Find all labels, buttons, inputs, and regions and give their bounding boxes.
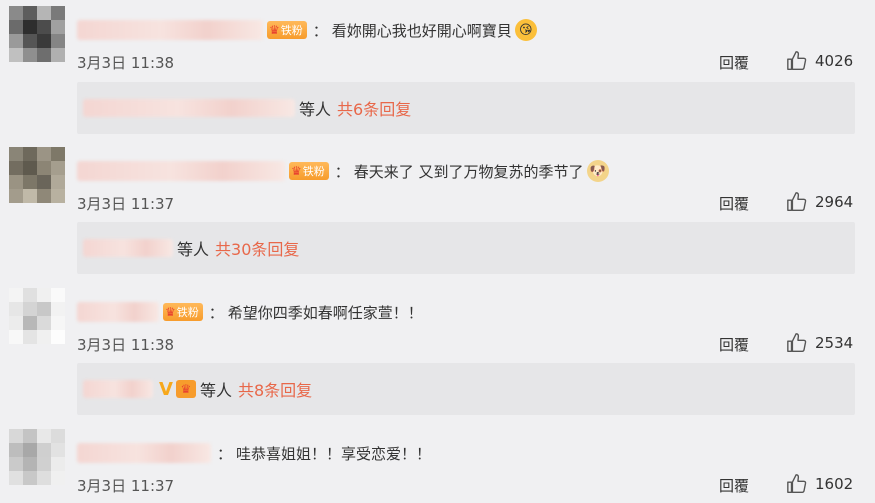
like-count: 4026: [815, 52, 854, 70]
reply-button[interactable]: 回覆: [719, 475, 749, 496]
reply-usernames: [83, 99, 295, 117]
reply-count-link[interactable]: 共6条回复: [337, 96, 411, 120]
comment-header: ： 哇恭喜姐姐！！享受恋爱！！: [77, 441, 431, 465]
reply-count-link[interactable]: 共8条回复: [238, 377, 312, 401]
username[interactable]: [77, 20, 263, 40]
colon: ：: [217, 444, 233, 463]
username[interactable]: [77, 443, 211, 463]
thumbs-up-icon: [787, 474, 807, 493]
reply-thread-label: 等人: [299, 100, 332, 119]
like-button[interactable]: 2534: [786, 332, 853, 354]
reply-button[interactable]: 回覆: [719, 334, 749, 355]
crown-icon: ♛: [291, 164, 302, 178]
colon: ：: [208, 303, 224, 322]
thumbs-up-icon: [787, 51, 807, 70]
like-button[interactable]: 2964: [786, 191, 853, 213]
colon: ：: [312, 21, 328, 40]
timestamp: 3月3日 11:38: [77, 336, 175, 354]
like-button[interactable]: 4026: [786, 50, 853, 72]
comment-header: ♛ 铁粉 ： 看妳開心我也好開心啊寶貝 😘: [77, 18, 537, 42]
avatar[interactable]: [9, 147, 65, 203]
fan-badge[interactable]: ♛ 铁粉: [289, 162, 329, 180]
fan-badge-label: 铁粉: [280, 24, 303, 37]
like-count: 1602: [815, 475, 854, 493]
colon: ：: [334, 162, 350, 181]
reply-thread-label: 等人: [177, 240, 210, 259]
like-count: 2964: [815, 193, 854, 211]
timestamp: 3月3日 11:38: [77, 54, 175, 72]
comment-header: ♛ 铁粉 ： 春天来了 又到了万物复苏的季节了 🐶: [77, 159, 609, 183]
comment-header: ♛ 铁粉 ： 希望你四季如春啊任家萱！！: [77, 300, 423, 324]
crown-icon: ♛: [269, 23, 280, 37]
reply-usernames: [83, 380, 153, 398]
crown-icon: ♛: [165, 305, 176, 319]
fan-badge-label: 铁粉: [176, 306, 199, 319]
comment-text: 看妳開心我也好開心啊寶貝: [331, 21, 512, 40]
timestamp: 3月3日 11:37: [77, 195, 175, 213]
username[interactable]: [77, 161, 285, 181]
reply-button[interactable]: 回覆: [719, 193, 749, 214]
crown-icon: ♛: [175, 380, 196, 398]
avatar[interactable]: [9, 6, 65, 62]
avatar[interactable]: [9, 288, 65, 344]
like-count: 2534: [815, 334, 854, 352]
reply-thread-label: 等人: [199, 381, 232, 400]
reply-thread[interactable]: V ♛ 等人 共8条回复: [77, 363, 855, 415]
fan-badge[interactable]: ♛ 铁粉: [267, 21, 307, 39]
reply-count-link[interactable]: 共30条回复: [215, 236, 299, 260]
fan-badge[interactable]: ♛ 铁粉: [163, 303, 203, 321]
reply-usernames: [83, 239, 173, 257]
reply-button[interactable]: 回覆: [719, 52, 749, 73]
comment-text: 希望你四季如春啊任家萱！！: [227, 303, 423, 322]
kiss-emoji-icon: 😘: [514, 19, 537, 41]
vip-v-icon: V: [159, 378, 173, 400]
reply-thread[interactable]: 等人 共30条回复: [77, 222, 855, 274]
fan-badge-label: 铁粉: [302, 165, 325, 178]
like-button[interactable]: 1602: [786, 473, 853, 495]
thumbs-up-icon: [787, 192, 807, 211]
reply-thread[interactable]: 等人 共6条回复: [77, 82, 855, 134]
comment-text: 哇恭喜姐姐！！享受恋爱！！: [236, 444, 432, 463]
username[interactable]: [77, 302, 159, 322]
thumbs-up-icon: [787, 333, 807, 352]
avatar[interactable]: [9, 429, 65, 485]
doge-emoji-icon: 🐶: [586, 160, 609, 182]
comment-text: 春天来了 又到了万物复苏的季节了: [353, 162, 584, 181]
timestamp: 3月3日 11:37: [77, 477, 175, 495]
